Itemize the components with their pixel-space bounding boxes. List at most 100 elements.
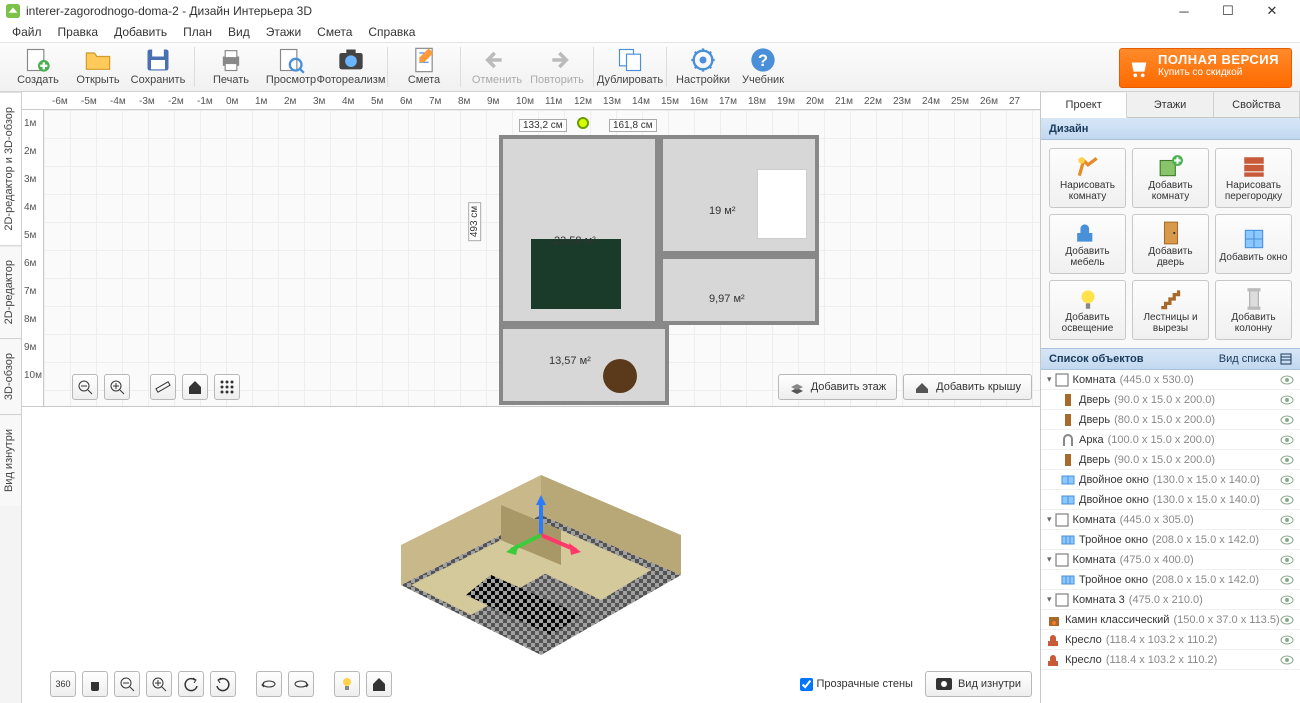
visibility-toggle[interactable] xyxy=(1280,375,1294,385)
3d-lighting-button[interactable] xyxy=(334,671,360,697)
inside-view-button[interactable]: Вид изнутри xyxy=(925,671,1032,697)
3d-360-button[interactable]: 360 xyxy=(50,671,76,697)
object-item[interactable]: Кресло(118.4 x 103.2 x 110.2) xyxy=(1041,630,1300,650)
visibility-toggle[interactable] xyxy=(1280,655,1294,665)
design-add_furniture-button[interactable]: Добавить мебель xyxy=(1049,214,1126,274)
window-maximize-button[interactable]: ☐ xyxy=(1206,0,1250,22)
left-tab-inside-view[interactable]: Вид изнутри xyxy=(0,414,21,506)
design-stairs-button[interactable]: Лестницы и вырезы xyxy=(1132,280,1209,340)
visibility-toggle[interactable] xyxy=(1280,455,1294,465)
window3-icon xyxy=(1061,533,1075,547)
object-item[interactable]: Тройное окно(208.0 x 15.0 x 142.0) xyxy=(1041,530,1300,550)
3d-view[interactable]: 360 Прозрачные стены Вид изнутри xyxy=(22,407,1040,703)
measure-button[interactable] xyxy=(150,374,176,400)
design-add_column-button[interactable]: Добавить колонну xyxy=(1215,280,1292,340)
visibility-toggle[interactable] xyxy=(1280,415,1294,425)
window-close-button[interactable]: ✕ xyxy=(1250,0,1294,22)
toolbar-print-button[interactable]: Печать xyxy=(201,45,261,89)
visibility-toggle[interactable] xyxy=(1280,395,1294,405)
add-floor-button[interactable]: Добавить этаж xyxy=(778,374,897,400)
objects-view-toggle[interactable]: Вид списка xyxy=(1219,353,1292,365)
add-roof-button[interactable]: Добавить крышу xyxy=(903,374,1032,400)
visibility-toggle[interactable] xyxy=(1280,575,1294,585)
3d-orbit-right-button[interactable] xyxy=(288,671,314,697)
left-tab-2d-editor[interactable]: 2D-редактор xyxy=(0,245,21,338)
object-item[interactable]: Комната(445.0 x 305.0) xyxy=(1041,510,1300,530)
visibility-toggle[interactable] xyxy=(1280,615,1294,625)
visibility-toggle[interactable] xyxy=(1280,595,1294,605)
left-tab-2d-3d[interactable]: 2D-редактор и 3D-обзор xyxy=(0,92,21,245)
toolbar-save-button[interactable]: Сохранить xyxy=(128,45,188,89)
design-draw_partition-button[interactable]: Нарисовать перегородку xyxy=(1215,148,1292,208)
toolbar-redo-button[interactable]: Повторить xyxy=(527,45,587,89)
zoom-in-button[interactable] xyxy=(104,374,130,400)
toolbar-open-button[interactable]: Открыть xyxy=(68,45,128,89)
object-item[interactable]: Тройное окно(208.0 x 15.0 x 142.0) xyxy=(1041,570,1300,590)
object-item[interactable]: Арка(100.0 x 15.0 x 200.0) xyxy=(1041,430,1300,450)
visibility-toggle[interactable] xyxy=(1280,495,1294,505)
visibility-toggle[interactable] xyxy=(1280,535,1294,545)
menu-view[interactable]: Вид xyxy=(220,23,258,41)
menu-plan[interactable]: План xyxy=(175,23,220,41)
object-item[interactable]: Комната(475.0 x 400.0) xyxy=(1041,550,1300,570)
object-item[interactable]: Двойное окно(130.0 x 15.0 x 140.0) xyxy=(1041,490,1300,510)
3d-canvas[interactable] xyxy=(22,407,1040,703)
toolbar-tutorial-button[interactable]: ?Учебник xyxy=(733,45,793,89)
design-add_room-button[interactable]: Добавить комнату xyxy=(1132,148,1209,208)
toolbar-undo-button[interactable]: Отменить xyxy=(467,45,527,89)
visibility-toggle[interactable] xyxy=(1280,475,1294,485)
3d-zoom-in-button[interactable] xyxy=(146,671,172,697)
room-1[interactable] xyxy=(499,135,659,325)
toolbar-duplicate-button[interactable]: Дублировать xyxy=(600,45,660,89)
buy-full-version-button[interactable]: ПОЛНАЯ ВЕРСИЯ Купить со скидкой xyxy=(1119,48,1292,88)
grid-snap-button[interactable] xyxy=(214,374,240,400)
visibility-toggle[interactable] xyxy=(1280,555,1294,565)
object-item[interactable]: Комната(445.0 x 530.0) xyxy=(1041,370,1300,390)
menu-file[interactable]: Файл xyxy=(4,23,50,41)
selection-marker[interactable] xyxy=(577,117,589,129)
3d-pan-button[interactable] xyxy=(82,671,108,697)
transparent-walls-checkbox[interactable]: Прозрачные стены xyxy=(800,678,913,691)
object-item[interactable]: Дверь(80.0 x 15.0 x 200.0) xyxy=(1041,410,1300,430)
3d-rotate-right-button[interactable] xyxy=(210,671,236,697)
tab-floors[interactable]: Этажи xyxy=(1127,92,1213,117)
home-button[interactable] xyxy=(182,374,208,400)
2d-canvas[interactable]: 23,58 м² 19 м² 9,97 м² 13,57 м² 13 xyxy=(44,110,1040,406)
room-2[interactable] xyxy=(659,135,819,255)
visibility-toggle[interactable] xyxy=(1280,515,1294,525)
toolbar-photoreal-button[interactable]: Фотореализм xyxy=(321,45,381,89)
object-item[interactable]: Двойное окно(130.0 x 15.0 x 140.0) xyxy=(1041,470,1300,490)
design-draw_room-button[interactable]: Нарисовать комнату xyxy=(1049,148,1126,208)
left-tab-3d-view[interactable]: 3D-обзор xyxy=(0,338,21,414)
tab-project[interactable]: Проект xyxy=(1041,93,1127,118)
toolbar-settings-button[interactable]: Настройки xyxy=(673,45,733,89)
menu-edit[interactable]: Правка xyxy=(50,23,107,41)
object-item[interactable]: Дверь(90.0 x 15.0 x 200.0) xyxy=(1041,450,1300,470)
3d-rotate-left-button[interactable] xyxy=(178,671,204,697)
menu-floors[interactable]: Этажи xyxy=(258,23,309,41)
3d-orbit-left-button[interactable] xyxy=(256,671,282,697)
toolbar-estimate-button[interactable]: Смета xyxy=(394,45,454,89)
window-minimize-button[interactable]: ─ xyxy=(1162,0,1206,22)
zoom-out-button[interactable] xyxy=(72,374,98,400)
tab-properties[interactable]: Свойства xyxy=(1214,92,1300,117)
2d-view[interactable]: 1м2м3м4м5м6м7м8м9м10м 23,58 м² 19 м² 9,9 xyxy=(22,110,1040,407)
design-add_light-button[interactable]: Добавить освещение xyxy=(1049,280,1126,340)
design-add_door-button[interactable]: Добавить дверь xyxy=(1132,214,1209,274)
menu-estimate[interactable]: Смета xyxy=(309,23,360,41)
visibility-toggle[interactable] xyxy=(1280,635,1294,645)
objects-list[interactable]: Комната(445.0 x 530.0)Дверь(90.0 x 15.0 … xyxy=(1041,370,1300,703)
3d-home-button[interactable] xyxy=(366,671,392,697)
design-add_window-button[interactable]: Добавить окно xyxy=(1215,214,1292,274)
toolbar-preview-button[interactable]: Просмотр xyxy=(261,45,321,89)
3d-zoom-out-button[interactable] xyxy=(114,671,140,697)
object-item[interactable]: Дверь(90.0 x 15.0 x 200.0) xyxy=(1041,390,1300,410)
object-item[interactable]: Комната 3(475.0 x 210.0) xyxy=(1041,590,1300,610)
object-item[interactable]: Камин классический(150.0 x 37.0 x 113.5) xyxy=(1041,610,1300,630)
menu-add[interactable]: Добавить xyxy=(106,23,175,41)
room-3[interactable] xyxy=(659,255,819,325)
object-item[interactable]: Кресло(118.4 x 103.2 x 110.2) xyxy=(1041,650,1300,670)
menu-help[interactable]: Справка xyxy=(360,23,423,41)
toolbar-create-button[interactable]: Создать xyxy=(8,45,68,89)
visibility-toggle[interactable] xyxy=(1280,435,1294,445)
